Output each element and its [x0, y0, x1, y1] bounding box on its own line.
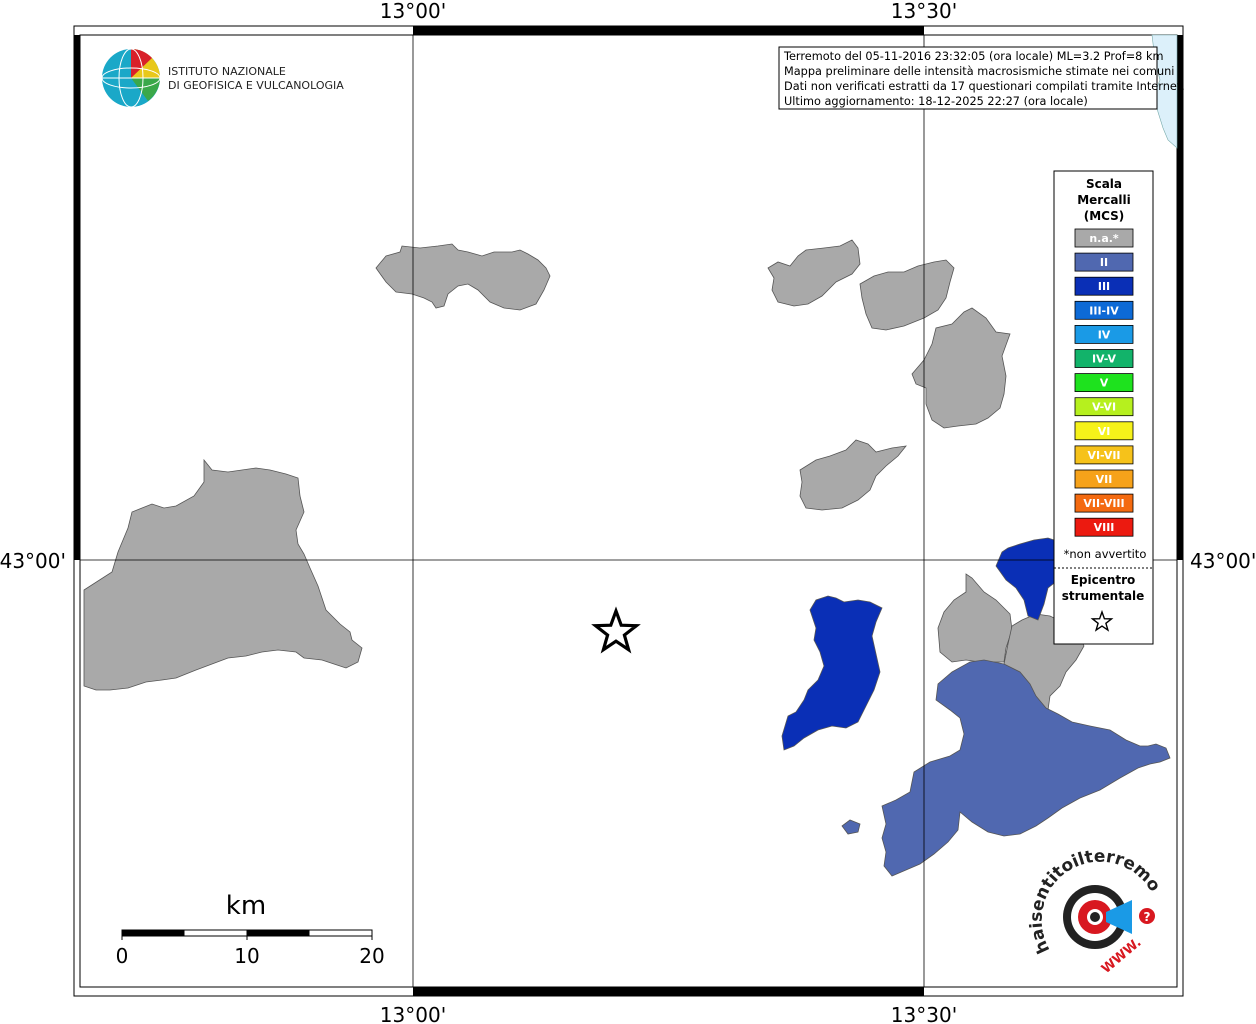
legend-item-label: VII-VIII	[1083, 497, 1124, 510]
legend-item-label: VII	[1096, 473, 1113, 486]
legend-epicenter-1: Epicentro	[1071, 573, 1136, 587]
info-line-4: Ultimo aggiornamento: 18-12-2025 22:27 (…	[784, 95, 1088, 108]
legend-item-label: IV	[1098, 328, 1111, 341]
legend-item-label: III	[1098, 280, 1110, 293]
scale-tick-10: 10	[234, 944, 259, 968]
legend-title-2: Mercalli	[1077, 193, 1131, 207]
legend-title-3: (MCS)	[1084, 209, 1125, 223]
info-line-2: Mappa preliminare delle intensità macros…	[784, 65, 1174, 78]
macroseismic-map: 13°00' 13°30' 13°00' 13°30' 43°00' 43°00…	[0, 0, 1256, 1024]
scale-bar: km 0 10 20	[116, 891, 385, 968]
info-box: Terremoto del 05-11-2016 23:32:05 (ora l…	[778, 46, 1185, 110]
haisentito-question: ?	[1144, 910, 1151, 924]
scale-unit: km	[226, 891, 266, 921]
legend-note: *non avvertito	[1064, 547, 1147, 561]
legend-item-label: V	[1100, 377, 1109, 390]
legend-item-label: II	[1100, 256, 1108, 269]
coord-top-1330: 13°30'	[891, 0, 957, 23]
epicenter-star-icon	[591, 606, 641, 654]
municipalities-not-felt	[83, 239, 1085, 711]
legend-item-label: VI	[1098, 425, 1111, 438]
legend-title-1: Scala	[1086, 177, 1122, 191]
info-line-1: Terremoto del 05-11-2016 23:32:05 (ora l…	[783, 50, 1164, 63]
coord-right-4300: 43°00'	[1190, 549, 1256, 573]
mcs-legend: Scala Mercalli (MCS) n.a.*IIIIIIII-IVIVI…	[1053, 170, 1154, 645]
municipality-intensity-ii	[881, 659, 1171, 877]
scale-tick-20: 20	[359, 944, 384, 968]
coord-bottom-1300: 13°00'	[380, 1003, 446, 1024]
ingv-logo-line2: DI GEOFISICA E VULCANOLOGIA	[168, 79, 344, 92]
coord-bottom-1330: 13°30'	[891, 1003, 957, 1024]
ingv-logo: ISTITUTO NAZIONALE DI GEOFISICA E VULCAN…	[101, 48, 344, 108]
info-line-3: Dati non verificati estratti da 17 quest…	[784, 80, 1185, 93]
ingv-logo-line1: ISTITUTO NAZIONALE	[168, 65, 286, 78]
legend-epicenter-2: strumentale	[1062, 589, 1145, 603]
legend-item-label: VIII	[1094, 521, 1115, 534]
coord-top-1300: 13°00'	[380, 0, 446, 23]
legend-item-label: VI-VII	[1087, 449, 1120, 462]
legend-item-label: n.a.*	[1089, 232, 1119, 245]
legend-item-label: IV-V	[1092, 353, 1117, 366]
legend-item-label: V-VI	[1092, 401, 1116, 414]
scale-tick-0: 0	[116, 944, 129, 968]
municipality-intensity-ii-small	[841, 819, 861, 835]
legend-item-label: III-IV	[1089, 304, 1119, 317]
coord-left-4300: 43°00'	[0, 549, 66, 573]
